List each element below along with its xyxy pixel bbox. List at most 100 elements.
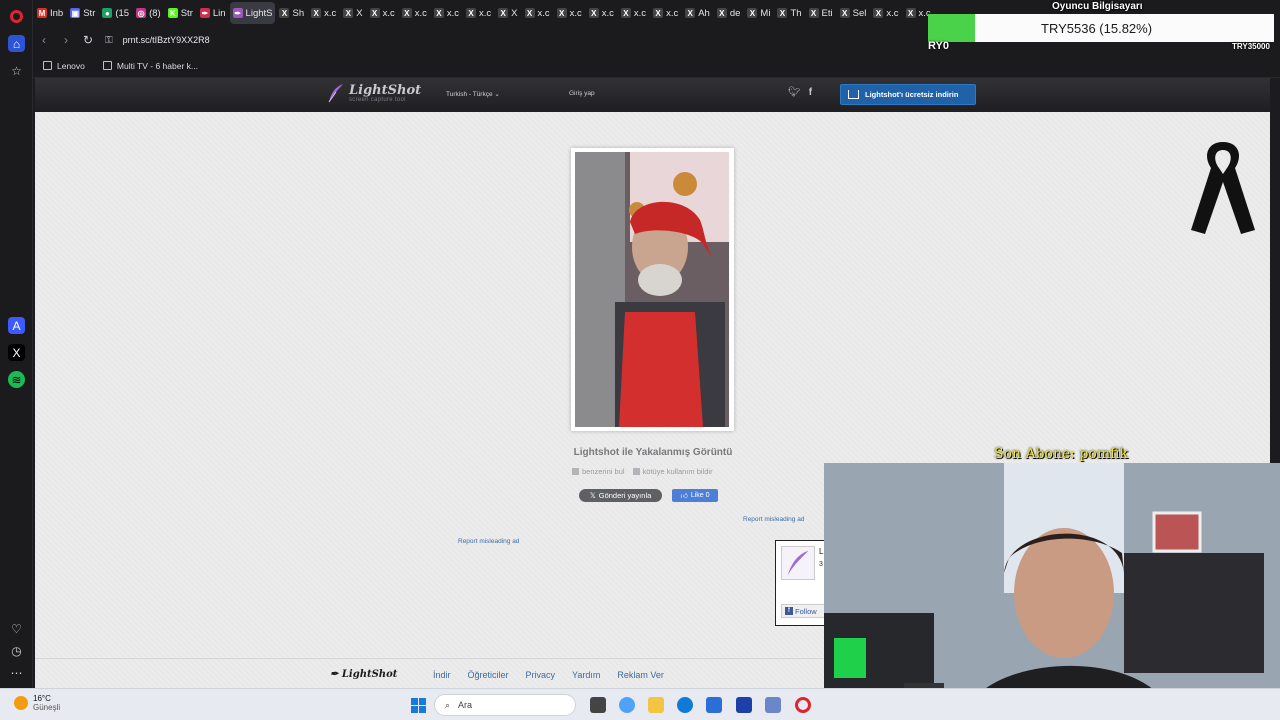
browser-tab[interactable]: Xx.c xyxy=(650,2,681,24)
report-abuse-link[interactable]: kötüye kullanım bildir xyxy=(632,467,713,476)
page-feather-icon xyxy=(781,546,815,580)
tab-favicon-icon: X xyxy=(588,8,599,18)
browser-tab[interactable]: ◎ (8) xyxy=(133,2,164,24)
windows-start-icon[interactable] xyxy=(411,698,426,713)
browser-tab[interactable]: XX xyxy=(495,2,520,24)
browser-tab[interactable]: X Mi xyxy=(744,2,773,24)
task-view-icon[interactable] xyxy=(590,697,606,713)
site-logo[interactable]: LightShot screen capture tool xyxy=(327,83,421,103)
report-ad-link[interactable]: Report misleading ad xyxy=(458,538,519,545)
edge-icon[interactable] xyxy=(677,697,693,713)
browser-tab[interactable]: XX xyxy=(340,2,365,24)
social-links: 🐦︎ f xyxy=(788,87,812,98)
app-icon[interactable] xyxy=(765,697,781,713)
browser-tab[interactable]: K Str xyxy=(165,2,196,24)
forward-icon[interactable]: › xyxy=(55,33,77,47)
facebook-icon[interactable]: f xyxy=(809,87,812,98)
store-icon[interactable] xyxy=(706,697,722,713)
footer-link-help[interactable]: Yardım xyxy=(572,670,600,680)
mourning-ribbon-icon xyxy=(1191,142,1255,234)
browser-tab[interactable]: ● (15 xyxy=(99,2,132,24)
find-similar-link[interactable]: benzerini bul xyxy=(572,467,625,476)
browser-tab[interactable]: Xx.c xyxy=(522,2,553,24)
browser-tab[interactable]: Xx.c xyxy=(554,2,585,24)
download-button[interactable]: Lightshot'ı ücretsiz indirin xyxy=(840,84,976,105)
crypto-goal-widget: TRY5536 (15.82%) xyxy=(928,14,1274,42)
browser-tab[interactable]: X Ah xyxy=(682,2,713,24)
star-icon[interactable]: ☆ xyxy=(8,62,25,79)
x-logo-icon: 𝕏 xyxy=(589,491,596,500)
captured-photo xyxy=(575,152,729,427)
reload-icon[interactable]: ↻ xyxy=(77,33,99,47)
report-ad-link[interactable]: Report misleading ad xyxy=(743,516,804,523)
history-icon[interactable]: ◷ xyxy=(8,642,25,659)
browser-tab[interactable]: X Eti xyxy=(806,2,836,24)
browser-tab[interactable]: Xx.c xyxy=(399,2,430,24)
browser-tab[interactable]: M Inb xyxy=(34,2,66,24)
browser-tab[interactable]: X Sh xyxy=(276,2,307,24)
browser-tab[interactable]: Xx.c xyxy=(431,2,462,24)
file-explorer-icon[interactable] xyxy=(648,697,664,713)
follow-button[interactable]: f Follow xyxy=(781,604,826,618)
spotify-icon[interactable]: ≋ xyxy=(8,371,25,388)
opera-logo-icon[interactable] xyxy=(10,10,23,23)
facebook-icon: f xyxy=(785,607,793,615)
taskbar: 16°C Güneşli ⌕ Ara xyxy=(0,688,1280,720)
tab-label: Str xyxy=(83,7,96,19)
tab-label: x.c xyxy=(324,7,337,19)
tab-label: x.c xyxy=(479,7,492,19)
bookmark-lenovo[interactable]: Lenovo xyxy=(43,61,85,71)
card-subtitle: 3 xyxy=(819,561,823,568)
copilot-icon[interactable] xyxy=(619,697,635,713)
browser-tab[interactable]: Xx.c xyxy=(586,2,617,24)
footer-link-tutorials[interactable]: Öğreticiler xyxy=(468,670,509,680)
weather-desc: Güneşli xyxy=(33,703,61,712)
goal-target: TRY35000 xyxy=(1232,42,1270,51)
report-abuse-label: kötüye kullanım bildir xyxy=(642,467,713,476)
tab-label: Lin xyxy=(212,7,226,19)
aria-icon[interactable]: A xyxy=(8,317,25,334)
lenovo-icon[interactable] xyxy=(736,697,752,713)
tab-label: x.c xyxy=(382,7,395,19)
fb-like-button[interactable]: 👍︎ Like 0 xyxy=(672,489,718,502)
page-icon xyxy=(102,61,112,70)
footer-link-download[interactable]: İndir xyxy=(433,670,451,680)
weather-widget[interactable]: 16°C Güneşli xyxy=(14,694,60,712)
url-field[interactable]: prnt.sc/tIBztY9XX2R8 xyxy=(123,35,210,45)
browser-tab[interactable]: ✒ LightS xyxy=(229,2,276,24)
tab-favicon-icon: X xyxy=(777,8,788,18)
facebook-page-card[interactable]: L 3 f Follow xyxy=(775,540,827,626)
browser-tab[interactable]: Xx.c xyxy=(367,2,398,24)
tab-label: LightS xyxy=(245,7,273,19)
home-icon[interactable]: ⌂ xyxy=(8,35,25,52)
more-icon[interactable]: ⋯ xyxy=(8,664,25,681)
tab-favicon-icon: X xyxy=(524,8,535,18)
tab-label: Inb xyxy=(50,7,64,19)
browser-tab[interactable]: Xx.c xyxy=(463,2,494,24)
login-link[interactable]: Giriş yap xyxy=(569,90,595,97)
browser-tab[interactable]: Xx.c xyxy=(308,2,339,24)
tweet-button[interactable]: 𝕏 Gönderi yayınla xyxy=(579,489,662,502)
screenshot-frame[interactable] xyxy=(571,148,734,431)
x-icon[interactable]: X xyxy=(8,344,25,361)
browser-tab[interactable]: Xde xyxy=(714,2,744,24)
browser-tab[interactable]: ▣ Str xyxy=(67,2,98,24)
browser-tab[interactable]: Xx.c xyxy=(870,2,901,24)
footer-link-privacy[interactable]: Privacy xyxy=(526,670,556,680)
tab-favicon-icon: ✒ xyxy=(199,8,210,18)
tab-label: x.c xyxy=(414,7,427,19)
footer-link-advertise[interactable]: Reklam Ver xyxy=(617,670,664,680)
twitter-icon[interactable]: 🐦︎ xyxy=(788,87,801,98)
taskbar-search[interactable]: ⌕ Ara xyxy=(434,694,576,716)
footer-logo[interactable]: ✒ LightShot xyxy=(330,669,397,680)
browser-tab[interactable]: ✒ Lin xyxy=(197,2,229,24)
bookmark-multitv[interactable]: Multi TV - 6 haber k... xyxy=(102,61,198,71)
browser-tab[interactable]: X Sel xyxy=(837,2,870,24)
browser-tab[interactable]: X Th xyxy=(774,2,804,24)
back-icon[interactable]: ‹ xyxy=(33,33,55,47)
heart-icon[interactable]: ♡ xyxy=(8,620,25,637)
language-selector[interactable]: Turkish - Türkçe ⌄ xyxy=(446,90,500,98)
tab-favicon-icon: ◎ xyxy=(136,8,147,18)
browser-tab[interactable]: Xx.c xyxy=(618,2,649,24)
opera-taskbar-icon[interactable] xyxy=(795,697,811,713)
